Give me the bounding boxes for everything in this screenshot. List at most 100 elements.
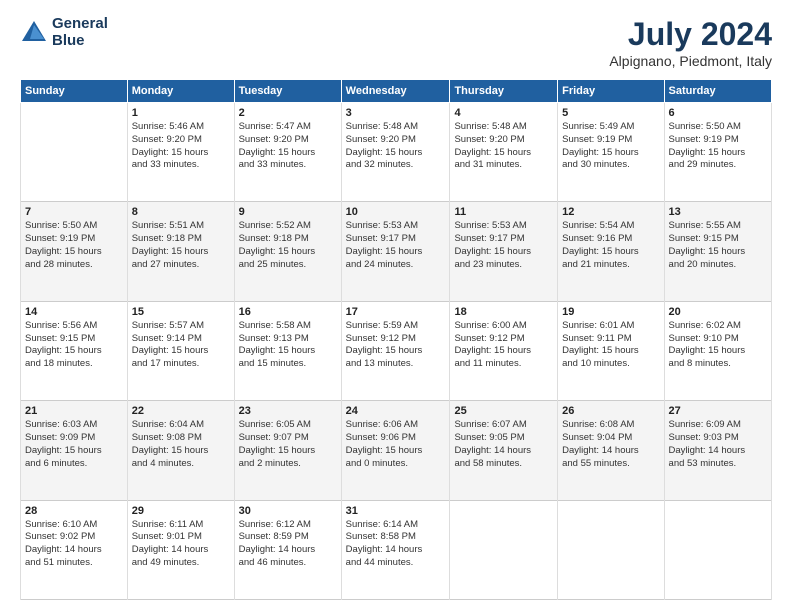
calendar-cell: 22 Sunrise: 6:04 AM Sunset: 9:08 PM Dayli… xyxy=(127,401,234,500)
calendar-cell xyxy=(664,500,771,599)
calendar-cell: 17 Sunrise: 5:59 AM Sunset: 9:12 PM Dayli… xyxy=(341,301,450,400)
day-number: 9 xyxy=(239,206,337,218)
day-number: 6 xyxy=(669,107,767,119)
day-info: Sunrise: 6:01 AM Sunset: 9:11 PM Dayligh… xyxy=(562,320,659,371)
calendar-cell: 8Sunrise: 5:51 AM Sunset: 9:18 PM Daylig… xyxy=(127,202,234,301)
header: General Blue July 2024 Alpignano, Piedmo… xyxy=(20,16,772,69)
calendar-cell: 12 Sunrise: 5:54 AM Sunset: 9:16 PM Dayli… xyxy=(558,202,664,301)
calendar-cell: 10 Sunrise: 5:53 AM Sunset: 9:17 PM Dayli… xyxy=(341,202,450,301)
day-number: 2 xyxy=(239,107,337,119)
calendar-cell xyxy=(558,500,664,599)
calendar-cell: 30Sunrise: 6:12 AM Sunset: 8:59 PM Dayli… xyxy=(234,500,341,599)
calendar-cell: 24Sunrise: 6:06 AM Sunset: 9:06 PM Dayli… xyxy=(341,401,450,500)
day-number: 10 xyxy=(346,206,446,218)
day-info: Sunrise: 6:00 AM Sunset: 9:12 PM Dayligh… xyxy=(454,320,553,371)
calendar-cell: 9Sunrise: 5:52 AM Sunset: 9:18 PM Daylig… xyxy=(234,202,341,301)
day-info: Sunrise: 6:04 AM Sunset: 9:08 PM Dayligh… xyxy=(132,419,230,470)
calendar-cell: 6 Sunrise: 5:50 AM Sunset: 9:19 PM Daylig… xyxy=(664,103,771,202)
day-info: Sunrise: 5:50 AM Sunset: 9:19 PM Dayligh… xyxy=(25,220,123,271)
day-info: Sunrise: 5:57 AM Sunset: 9:14 PM Dayligh… xyxy=(132,320,230,371)
calendar-cell: 18 Sunrise: 6:00 AM Sunset: 9:12 PM Dayli… xyxy=(450,301,558,400)
calendar-cell: 16 Sunrise: 5:58 AM Sunset: 9:13 PM Dayli… xyxy=(234,301,341,400)
calendar-cell: 5Sunrise: 5:49 AM Sunset: 9:19 PM Daylig… xyxy=(558,103,664,202)
day-number: 30 xyxy=(239,505,337,517)
calendar-cell: 28Sunrise: 6:10 AM Sunset: 9:02 PM Dayli… xyxy=(21,500,128,599)
calendar-cell: 7 Sunrise: 5:50 AM Sunset: 9:19 PM Daylig… xyxy=(21,202,128,301)
day-info: Sunrise: 6:11 AM Sunset: 9:01 PM Dayligh… xyxy=(132,519,230,570)
day-number: 26 xyxy=(562,405,659,417)
week-row-1: 1 Sunrise: 5:46 AM Sunset: 9:20 PM Daylig… xyxy=(21,103,772,202)
day-info: Sunrise: 5:58 AM Sunset: 9:13 PM Dayligh… xyxy=(239,320,337,371)
day-info: Sunrise: 6:08 AM Sunset: 9:04 PM Dayligh… xyxy=(562,419,659,470)
calendar-cell xyxy=(21,103,128,202)
day-number: 8 xyxy=(132,206,230,218)
day-number: 20 xyxy=(669,306,767,318)
day-info: Sunrise: 5:56 AM Sunset: 9:15 PM Dayligh… xyxy=(25,320,123,371)
calendar-cell: 27 Sunrise: 6:09 AM Sunset: 9:03 PM Dayli… xyxy=(664,401,771,500)
day-number: 27 xyxy=(669,405,767,417)
day-info: Sunrise: 5:48 AM Sunset: 9:20 PM Dayligh… xyxy=(346,121,446,172)
day-number: 7 xyxy=(25,206,123,218)
day-number: 21 xyxy=(25,405,123,417)
header-day-friday: Friday xyxy=(558,80,664,103)
day-number: 25 xyxy=(454,405,553,417)
calendar-cell xyxy=(450,500,558,599)
day-number: 17 xyxy=(346,306,446,318)
logo: General Blue xyxy=(20,16,108,49)
day-info: Sunrise: 5:48 AM Sunset: 9:20 PM Dayligh… xyxy=(454,121,553,172)
calendar-cell: 4 Sunrise: 5:48 AM Sunset: 9:20 PM Daylig… xyxy=(450,103,558,202)
calendar-cell: 20 Sunrise: 6:02 AM Sunset: 9:10 PM Dayli… xyxy=(664,301,771,400)
week-row-5: 28Sunrise: 6:10 AM Sunset: 9:02 PM Dayli… xyxy=(21,500,772,599)
calendar-cell: 21Sunrise: 6:03 AM Sunset: 9:09 PM Dayli… xyxy=(21,401,128,500)
day-number: 16 xyxy=(239,306,337,318)
day-number: 31 xyxy=(346,505,446,517)
week-row-2: 7 Sunrise: 5:50 AM Sunset: 9:19 PM Daylig… xyxy=(21,202,772,301)
day-info: Sunrise: 6:10 AM Sunset: 9:02 PM Dayligh… xyxy=(25,519,123,570)
logo-line2: Blue xyxy=(52,33,108,50)
day-number: 12 xyxy=(562,206,659,218)
day-info: Sunrise: 6:07 AM Sunset: 9:05 PM Dayligh… xyxy=(454,419,553,470)
week-row-4: 21Sunrise: 6:03 AM Sunset: 9:09 PM Dayli… xyxy=(21,401,772,500)
calendar-cell: 11Sunrise: 5:53 AM Sunset: 9:17 PM Dayli… xyxy=(450,202,558,301)
day-number: 18 xyxy=(454,306,553,318)
calendar-cell: 26 Sunrise: 6:08 AM Sunset: 9:04 PM Dayli… xyxy=(558,401,664,500)
header-day-tuesday: Tuesday xyxy=(234,80,341,103)
calendar-cell: 19 Sunrise: 6:01 AM Sunset: 9:11 PM Dayli… xyxy=(558,301,664,400)
day-info: Sunrise: 5:46 AM Sunset: 9:20 PM Dayligh… xyxy=(132,121,230,172)
day-info: Sunrise: 6:02 AM Sunset: 9:10 PM Dayligh… xyxy=(669,320,767,371)
day-info: Sunrise: 5:50 AM Sunset: 9:19 PM Dayligh… xyxy=(669,121,767,172)
day-info: Sunrise: 5:54 AM Sunset: 9:16 PM Dayligh… xyxy=(562,220,659,271)
logo-line1: General xyxy=(52,16,108,33)
page: General Blue July 2024 Alpignano, Piedmo… xyxy=(0,0,792,612)
day-number: 22 xyxy=(132,405,230,417)
day-info: Sunrise: 6:14 AM Sunset: 8:58 PM Dayligh… xyxy=(346,519,446,570)
day-number: 5 xyxy=(562,107,659,119)
day-number: 23 xyxy=(239,405,337,417)
header-day-wednesday: Wednesday xyxy=(341,80,450,103)
day-info: Sunrise: 5:59 AM Sunset: 9:12 PM Dayligh… xyxy=(346,320,446,371)
main-title: July 2024 xyxy=(609,16,772,53)
day-number: 29 xyxy=(132,505,230,517)
calendar-cell: 25 Sunrise: 6:07 AM Sunset: 9:05 PM Dayli… xyxy=(450,401,558,500)
day-info: Sunrise: 5:55 AM Sunset: 9:15 PM Dayligh… xyxy=(669,220,767,271)
calendar-cell: 14 Sunrise: 5:56 AM Sunset: 9:15 PM Dayli… xyxy=(21,301,128,400)
day-number: 4 xyxy=(454,107,553,119)
calendar-cell: 13Sunrise: 5:55 AM Sunset: 9:15 PM Dayli… xyxy=(664,202,771,301)
calendar-cell: 23Sunrise: 6:05 AM Sunset: 9:07 PM Dayli… xyxy=(234,401,341,500)
calendar-cell: 29 Sunrise: 6:11 AM Sunset: 9:01 PM Dayli… xyxy=(127,500,234,599)
day-info: Sunrise: 5:47 AM Sunset: 9:20 PM Dayligh… xyxy=(239,121,337,172)
day-info: Sunrise: 5:53 AM Sunset: 9:17 PM Dayligh… xyxy=(346,220,446,271)
day-number: 1 xyxy=(132,107,230,119)
day-number: 19 xyxy=(562,306,659,318)
day-info: Sunrise: 6:09 AM Sunset: 9:03 PM Dayligh… xyxy=(669,419,767,470)
calendar-body: 1 Sunrise: 5:46 AM Sunset: 9:20 PM Daylig… xyxy=(21,103,772,600)
logo-icon xyxy=(20,19,48,47)
calendar-cell: 1 Sunrise: 5:46 AM Sunset: 9:20 PM Daylig… xyxy=(127,103,234,202)
header-day-thursday: Thursday xyxy=(450,80,558,103)
week-row-3: 14 Sunrise: 5:56 AM Sunset: 9:15 PM Dayli… xyxy=(21,301,772,400)
logo-text: General Blue xyxy=(52,16,108,49)
day-number: 14 xyxy=(25,306,123,318)
day-number: 24 xyxy=(346,405,446,417)
header-day-sunday: Sunday xyxy=(21,80,128,103)
header-day-monday: Monday xyxy=(127,80,234,103)
